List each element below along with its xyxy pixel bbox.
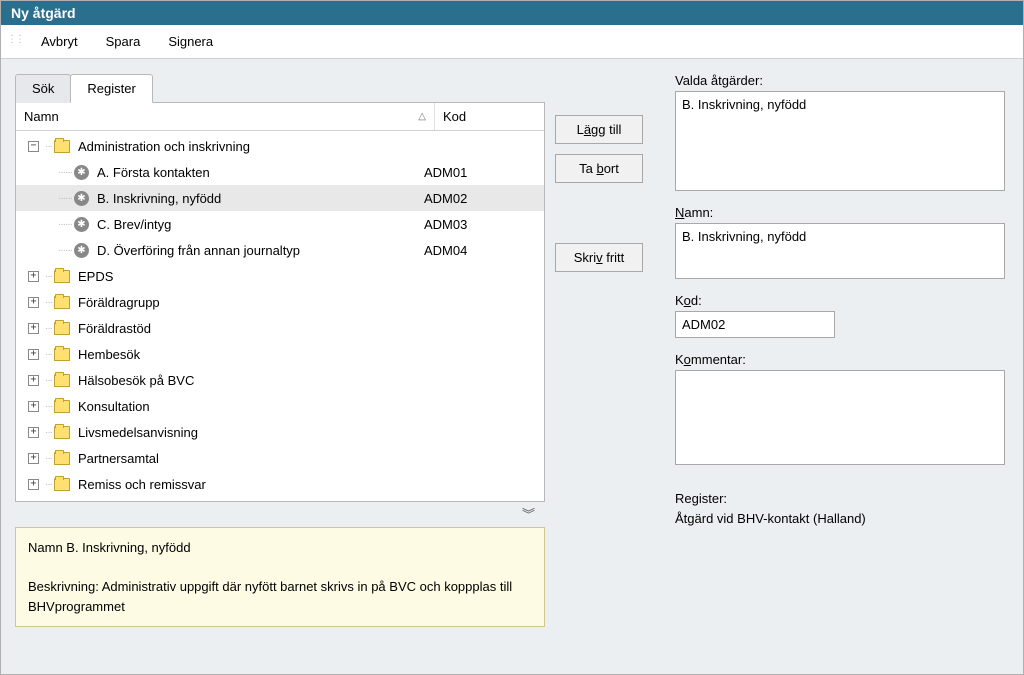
collapse-handle[interactable]: ︾: [15, 502, 545, 523]
description-text: Beskrivning: Administrativ uppgift där n…: [28, 577, 532, 616]
window-title: Ny åtgärd: [1, 1, 1023, 25]
gear-icon: [74, 243, 89, 258]
tree-body[interactable]: −···Administration och inskrivning······…: [16, 131, 544, 501]
tree-row-label: EPDS: [76, 269, 424, 284]
folder-icon: [54, 400, 70, 413]
folder-icon: [54, 296, 70, 309]
tree-row-label: Konsultation: [76, 399, 424, 414]
tree-row-label: Hembesök: [76, 347, 424, 362]
description-panel: Namn B. Inskrivning, nyfödd Beskrivning:…: [15, 527, 545, 627]
folder-icon: [54, 270, 70, 283]
tree-panel: Namn △ Kod −···Administration och inskri…: [15, 102, 545, 502]
tree-row-label: Partnersamtal: [76, 451, 424, 466]
name-field[interactable]: B. Inskrivning, nyfödd: [675, 223, 1005, 279]
tree-header-name-label: Namn: [24, 109, 59, 124]
tree-row-label: Livsmedelsanvisning: [76, 425, 424, 440]
tree-row[interactable]: +···Föräldragrupp: [16, 289, 544, 315]
remove-button[interactable]: Ta bort: [555, 154, 643, 183]
expand-icon[interactable]: +: [28, 271, 39, 282]
tree-row-label: D. Överföring från annan journaltyp: [95, 243, 424, 258]
gear-icon: [74, 217, 89, 232]
register-value: Åtgärd vid BHV-kontakt (Halland): [675, 509, 1005, 529]
content-area: Sök Register Namn △ Kod −···Administrati…: [1, 59, 1023, 674]
menu-bar: ⋮⋮ Avbryt Spara Signera: [1, 25, 1023, 59]
menu-grip-icon: ⋮⋮: [5, 31, 25, 52]
right-column: Valda åtgärder: B. Inskrivning, nyfödd N…: [675, 73, 1023, 674]
kod-field[interactable]: [675, 311, 835, 338]
add-button[interactable]: Lägg till: [555, 115, 643, 144]
expand-icon[interactable]: +: [28, 323, 39, 334]
left-column: Sök Register Namn △ Kod −···Administrati…: [15, 73, 545, 674]
tree-row-label: Remiss och remissvar: [76, 477, 424, 492]
tree-row[interactable]: ······D. Överföring från annan journalty…: [16, 237, 544, 263]
middle-column: Lägg till Ta bort Skriv fritt: [555, 73, 665, 674]
selected-actions-label: Valda åtgärder:: [675, 73, 1005, 88]
tree-header: Namn △ Kod: [16, 103, 544, 131]
tree-row-label: C. Brev/intyg: [95, 217, 424, 232]
expand-icon[interactable]: +: [28, 401, 39, 412]
expand-icon[interactable]: +: [28, 375, 39, 386]
window-root: Ny åtgärd ⋮⋮ Avbryt Spara Signera Sök Re…: [0, 0, 1024, 675]
tree-row[interactable]: +···Hembesök: [16, 341, 544, 367]
tree-row-kod: ADM03: [424, 217, 544, 232]
comment-field-label: Kommentar:: [675, 352, 1005, 367]
tree-row-label: Föräldrastöd: [76, 321, 424, 336]
tree-row-label: A. Första kontakten: [95, 165, 424, 180]
register-info: Register: Åtgärd vid BHV-kontakt (Hallan…: [675, 489, 1005, 528]
expand-icon[interactable]: +: [28, 453, 39, 464]
free-text-button[interactable]: Skriv fritt: [555, 243, 643, 272]
folder-icon: [54, 374, 70, 387]
tree-row[interactable]: ······C. Brev/intygADM03: [16, 211, 544, 237]
tree-row[interactable]: +···Remiss och remissvar: [16, 471, 544, 497]
tree-row[interactable]: +···EPDS: [16, 263, 544, 289]
selected-actions-list[interactable]: B. Inskrivning, nyfödd: [675, 91, 1005, 191]
tree-row-label: Administration och inskrivning: [76, 139, 424, 154]
folder-icon: [54, 322, 70, 335]
tree-row-kod: ADM04: [424, 243, 544, 258]
folder-icon: [54, 140, 70, 153]
collapse-icon[interactable]: −: [28, 141, 39, 152]
expand-icon[interactable]: +: [28, 479, 39, 490]
tree-row[interactable]: ······A. Första kontaktenADM01: [16, 159, 544, 185]
kod-field-label: Kod:: [675, 293, 1005, 308]
folder-icon: [54, 452, 70, 465]
tree-row-kod: ADM02: [424, 191, 544, 206]
menu-spara[interactable]: Spara: [94, 31, 153, 52]
tree-row[interactable]: +···Livsmedelsanvisning: [16, 419, 544, 445]
gear-icon: [74, 191, 89, 206]
tab-sok[interactable]: Sök: [15, 74, 71, 103]
tree-row[interactable]: −···Administration och inskrivning: [16, 133, 544, 159]
tree-row[interactable]: +···Konsultation: [16, 393, 544, 419]
expand-icon[interactable]: +: [28, 427, 39, 438]
expand-icon[interactable]: +: [28, 349, 39, 360]
folder-icon: [54, 478, 70, 491]
chevron-down-double-icon: ︾: [522, 507, 535, 522]
tabs-row: Sök Register: [15, 73, 545, 102]
tree-header-name[interactable]: Namn △: [16, 103, 434, 130]
folder-icon: [54, 348, 70, 361]
tree-header-kod[interactable]: Kod: [434, 103, 544, 130]
tree-row[interactable]: +···Föräldrastöd: [16, 315, 544, 341]
tree-row-label: Föräldragrupp: [76, 295, 424, 310]
tree-row[interactable]: +···Partnersamtal: [16, 445, 544, 471]
menu-avbryt[interactable]: Avbryt: [29, 31, 90, 52]
description-name-line: Namn B. Inskrivning, nyfödd: [28, 538, 532, 558]
tree-row[interactable]: +···Hälsobesök på BVC: [16, 367, 544, 393]
tree-row-label: Hälsobesök på BVC: [76, 373, 424, 388]
tree-row-kod: ADM01: [424, 165, 544, 180]
tree-row[interactable]: ······B. Inskrivning, nyföddADM02: [16, 185, 544, 211]
expand-icon[interactable]: +: [28, 297, 39, 308]
tab-register[interactable]: Register: [70, 74, 152, 103]
name-field-label: Namn:: [675, 205, 1005, 220]
menu-signera[interactable]: Signera: [156, 31, 225, 52]
comment-field[interactable]: [675, 370, 1005, 465]
tree-row-label: B. Inskrivning, nyfödd: [95, 191, 424, 206]
folder-icon: [54, 426, 70, 439]
gear-icon: [74, 165, 89, 180]
register-label: Register:: [675, 489, 1005, 509]
sort-asc-icon: △: [418, 111, 426, 122]
